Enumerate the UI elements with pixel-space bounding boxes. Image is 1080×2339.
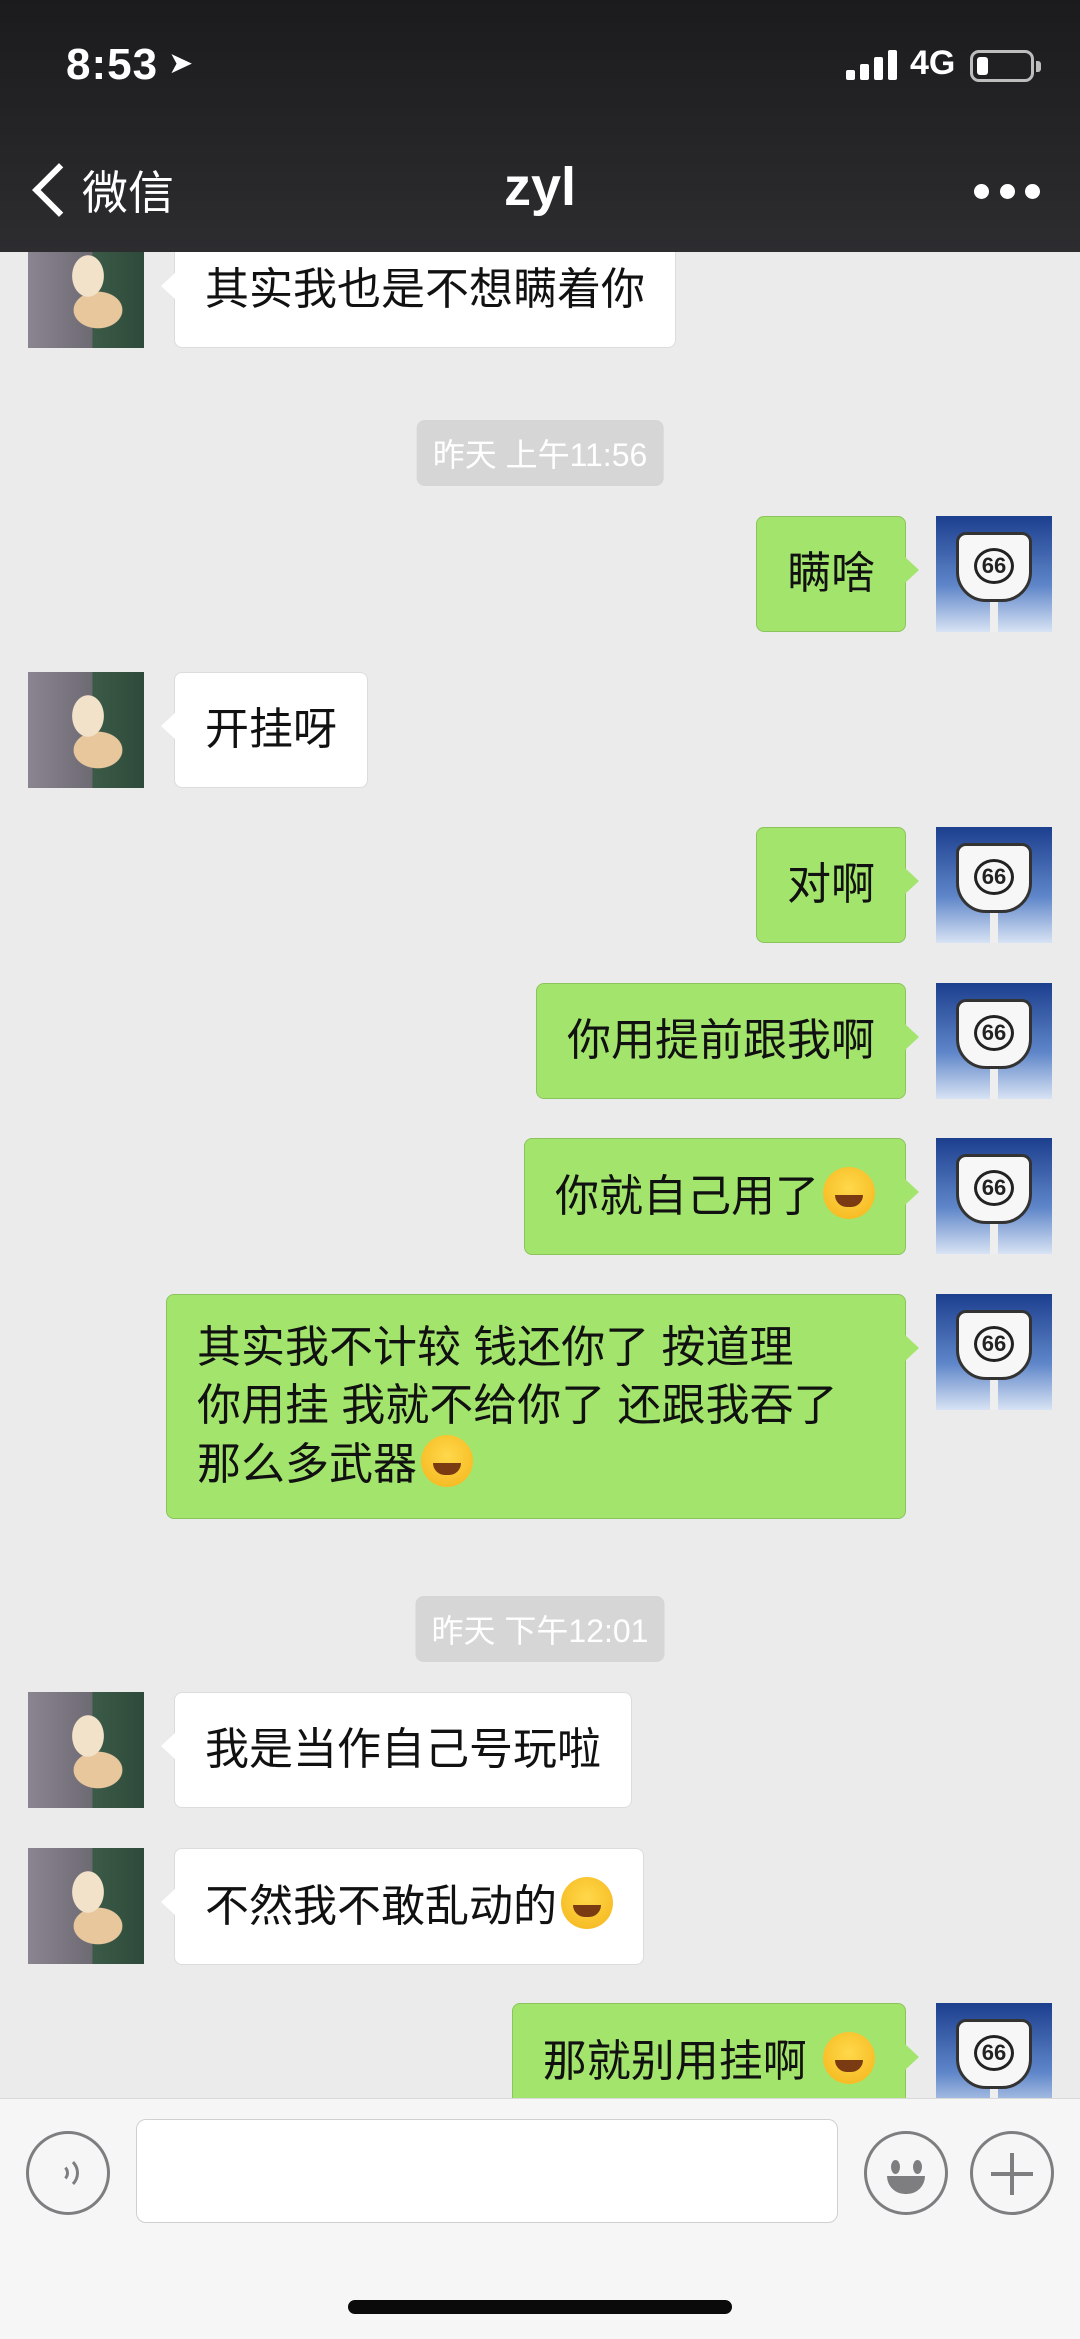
- message-bubble-sent[interactable]: 其实我不计较 钱还你了 按道理 你用挂 我就不给你了 还跟我吞了 那么多武器: [166, 1294, 919, 1519]
- voice-wave-icon: [45, 2156, 79, 2190]
- timestamp: 昨天 上午11:56: [416, 420, 664, 486]
- facepalm-laugh-emoji-icon: [421, 1435, 473, 1487]
- message-text: 不然我不敢乱动的: [205, 1882, 557, 1931]
- message-bubble-sent[interactable]: 你用提前跟我啊: [536, 983, 919, 1099]
- message-bubble-received[interactable]: 开挂呀: [161, 672, 368, 788]
- more-functions-button[interactable]: [970, 2131, 1054, 2215]
- voice-input-button[interactable]: [26, 2131, 110, 2215]
- message-bubble-sent[interactable]: 瞒啥: [756, 516, 919, 632]
- battery-icon: [970, 50, 1041, 82]
- message-input[interactable]: [136, 2119, 838, 2223]
- contact-avatar[interactable]: [28, 1692, 144, 1808]
- facepalm-laugh-emoji-icon: [823, 2032, 875, 2084]
- home-indicator: [348, 2300, 732, 2314]
- smiley-icon: [913, 2160, 922, 2174]
- message-bubble-sent[interactable]: 你就自己用了: [524, 1138, 919, 1255]
- my-avatar[interactable]: 66: [936, 1138, 1052, 1254]
- timestamp: 昨天 下午12:01: [415, 1596, 665, 1662]
- my-avatar[interactable]: 66: [936, 1294, 1052, 1410]
- chat-title: zyl: [503, 157, 577, 217]
- contact-avatar[interactable]: [28, 1848, 144, 1964]
- message-text: 那就别用挂啊: [542, 2037, 819, 2086]
- signal-strength-icon: [846, 50, 898, 80]
- my-avatar[interactable]: 66: [936, 516, 1052, 632]
- message-bubble-sent[interactable]: 那就别用挂啊: [511, 2003, 920, 2098]
- status-time: 8:53 ➤: [66, 40, 194, 90]
- emoji-button[interactable]: [864, 2131, 948, 2215]
- more-options-icon[interactable]: [974, 184, 1040, 200]
- contact-avatar[interactable]: [28, 252, 144, 348]
- time-label: 8:53: [66, 40, 159, 89]
- my-avatar[interactable]: 66: [936, 2003, 1052, 2098]
- message-bubble-received[interactable]: 不然我不敢乱动的: [161, 1848, 644, 1965]
- network-type: 4G: [910, 44, 956, 82]
- message-line: 你用挂 我就不给你了 还跟我吞了: [197, 1381, 838, 1430]
- location-arrow-icon: ➤: [168, 47, 195, 80]
- my-avatar[interactable]: 66: [936, 827, 1052, 943]
- tears-of-joy-emoji-icon: [561, 1877, 613, 1929]
- top-bar: 8:53 ➤ 4G 微信 zyl: [0, 0, 1080, 252]
- message-line: 其实我不计较 钱还你了 按道理: [197, 1323, 794, 1372]
- message-bubble-received[interactable]: 我是当作自己号玩啦: [161, 1692, 632, 1808]
- chat-message-list[interactable]: 其实我也是不想瞒着你 昨天 上午11:56 66 瞒啥 开挂呀 66 对啊 66…: [0, 252, 1080, 2098]
- message-bubble-received[interactable]: 其实我也是不想瞒着你: [161, 252, 676, 348]
- smiley-icon: [891, 2160, 900, 2174]
- message-text: 你就自己用了: [555, 1172, 819, 1221]
- message-bubble-sent[interactable]: 对啊: [756, 827, 919, 943]
- my-avatar[interactable]: 66: [936, 983, 1052, 1099]
- facepalm-laugh-emoji-icon: [823, 1167, 875, 1219]
- smiley-icon: [887, 2176, 925, 2194]
- contact-avatar[interactable]: [28, 672, 144, 788]
- message-line: 那么多武器: [197, 1440, 417, 1489]
